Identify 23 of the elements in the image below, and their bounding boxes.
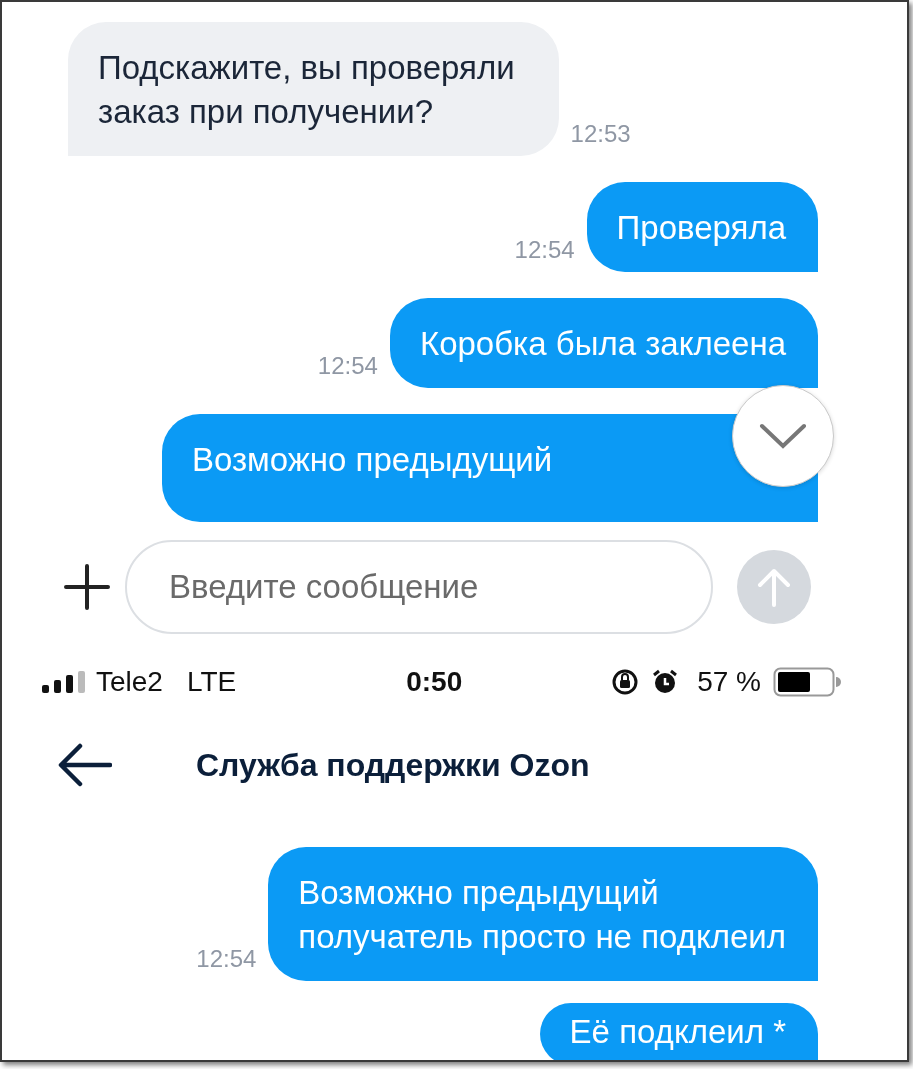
message-bubble: Проверяла [586, 182, 818, 272]
message-time: 12:53 [570, 120, 631, 148]
add-icon[interactable] [62, 562, 112, 612]
battery-icon [773, 667, 841, 697]
message-bubble: Возможно предыдущий [162, 414, 818, 522]
back-arrow-icon[interactable] [58, 743, 112, 787]
message-time: 12:54 [196, 945, 257, 973]
chat-title: Служба поддержки Ozon [196, 746, 590, 784]
rotation-lock-icon [611, 668, 640, 696]
message-bubble: Её подклеил * [539, 1003, 818, 1060]
message-bubble: Подскажите, вы проверяли заказ при получении? [68, 22, 559, 156]
alarm-icon [651, 668, 680, 696]
carrier-name: Tele2 [96, 666, 163, 698]
message-bubble: Коробка была заклеена [389, 298, 818, 388]
chevron-down-icon [758, 421, 808, 451]
message-time: 12:54 [317, 352, 378, 380]
signal-icon [42, 671, 88, 693]
network-type: LTE [186, 666, 237, 698]
message-time: 12:54 [514, 236, 575, 264]
message-bubble: Возможно предыдущий получатель просто не подклеил [268, 847, 818, 981]
clock-time: 0:50 [406, 666, 463, 698]
battery-percent: 57 % [697, 666, 761, 698]
message-input[interactable]: Введите сообщение [125, 540, 713, 634]
